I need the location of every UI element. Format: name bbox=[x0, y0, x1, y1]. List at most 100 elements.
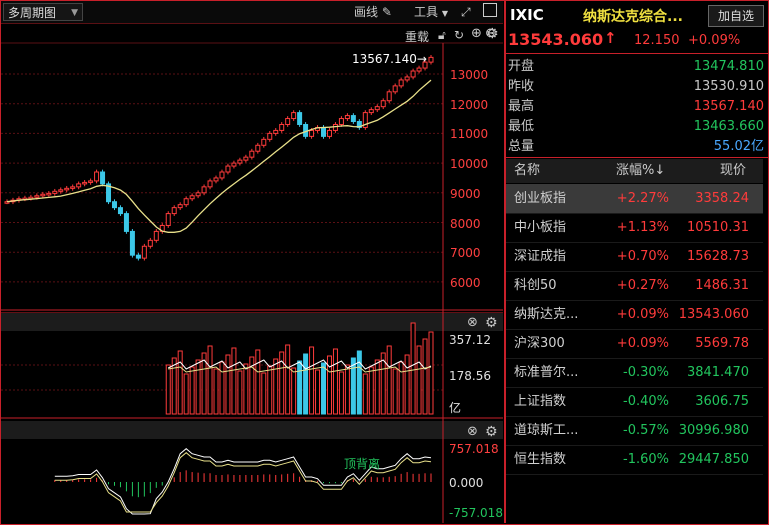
index-name: 创业板指 bbox=[514, 191, 567, 206]
col-name-header[interactable]: 名称 bbox=[514, 159, 540, 183]
index-price: 3358.24 bbox=[695, 191, 749, 206]
index-change: -0.57% bbox=[623, 423, 669, 438]
gear-icon[interactable]: ⚙ bbox=[486, 26, 499, 42]
tools-button[interactable]: 工具 ▼ bbox=[414, 4, 448, 22]
stat-label: 昨收 bbox=[508, 79, 535, 94]
index-row[interactable]: 深证成指 +0.70% 15628.73 bbox=[506, 242, 763, 272]
index-row[interactable]: 上证指数 -0.40% 3606.75 bbox=[506, 387, 763, 417]
price-axis-tick: 7000 bbox=[450, 246, 481, 261]
divergence-annotation: 顶背离 bbox=[344, 457, 381, 471]
price-axis-tick: 6000 bbox=[450, 275, 481, 290]
price-change-pct: +0.09% bbox=[688, 33, 741, 48]
index-row[interactable]: 标准普尔... -0.30% 3841.470 bbox=[506, 358, 763, 388]
index-row[interactable]: 恒生指数 -1.60% 29447.850 bbox=[506, 445, 763, 475]
index-row[interactable]: 科创50 +0.27% 1486.31 bbox=[506, 271, 763, 301]
price-axis-tick: 10000 bbox=[450, 157, 489, 172]
index-price: 29447.850 bbox=[678, 452, 749, 467]
index-name: 深证成指 bbox=[514, 249, 567, 264]
period-label: 多周期图 bbox=[8, 6, 57, 20]
price-axis-tick: 11000 bbox=[450, 127, 489, 142]
stat-label: 最低 bbox=[508, 119, 535, 134]
stat-row: 昨收 13530.910 bbox=[508, 77, 764, 97]
volume-tick-mid: 178.56 bbox=[449, 369, 491, 383]
col-change-header[interactable]: 涨幅%↓ bbox=[616, 159, 665, 183]
index-change: -0.40% bbox=[623, 394, 669, 409]
index-name: 沪深300 bbox=[514, 336, 565, 351]
col-price-header[interactable]: 现价 bbox=[720, 159, 746, 183]
macd-tick-bottom: -757.018 bbox=[449, 506, 503, 520]
stat-label: 开盘 bbox=[508, 59, 535, 74]
stat-value: 13474.810 bbox=[693, 59, 764, 74]
price-change: 12.150 bbox=[634, 33, 680, 48]
stat-value: 13567.140 bbox=[693, 99, 764, 114]
index-price: 5569.78 bbox=[695, 336, 749, 351]
index-row[interactable]: 纳斯达克... +0.09% 13543.060 bbox=[506, 300, 763, 330]
stat-row: 开盘 13474.810 bbox=[508, 57, 764, 77]
macd-tick-top: 757.018 bbox=[449, 442, 499, 456]
volume-unit: 亿 bbox=[449, 401, 462, 415]
fullscreen-icon[interactable]: ⤢ bbox=[461, 4, 471, 20]
close-icon[interactable]: ⊗ bbox=[467, 315, 478, 331]
index-row[interactable]: 道琼斯工... -0.57% 30996.980 bbox=[506, 416, 763, 446]
index-price: 10510.31 bbox=[686, 220, 749, 235]
symbol-code: IXIC bbox=[510, 6, 544, 24]
index-price: 13543.060 bbox=[678, 307, 749, 322]
draw-label: 画线 bbox=[354, 5, 379, 19]
price-axis-tick: 8000 bbox=[450, 216, 481, 231]
index-price: 3606.75 bbox=[695, 394, 749, 409]
divider bbox=[506, 53, 768, 54]
volume-tick-top: 357.12 bbox=[449, 333, 491, 347]
price-axis-tick: 13000 bbox=[450, 68, 489, 82]
stat-row: 最高 13567.140 bbox=[508, 97, 764, 117]
macd-tick-zero: 0.000 bbox=[449, 476, 484, 490]
stat-value: 55.02亿 bbox=[713, 139, 764, 154]
index-change: +2.27% bbox=[616, 191, 669, 206]
draw-button[interactable]: 画线 ✎ bbox=[354, 4, 392, 20]
index-price: 30996.980 bbox=[678, 423, 749, 438]
gear-icon[interactable]: ⚙ bbox=[485, 315, 498, 331]
index-change: +0.09% bbox=[616, 336, 669, 351]
index-name: 中小板指 bbox=[514, 220, 567, 235]
gear-icon[interactable]: ⚙ bbox=[485, 424, 498, 440]
stat-label: 总量 bbox=[508, 139, 535, 154]
period-dropdown[interactable]: 多周期图 ▼ bbox=[3, 3, 83, 21]
index-row[interactable]: 沪深300 +0.09% 5569.78 bbox=[506, 329, 763, 359]
price-up-arrow-icon: ↑ bbox=[604, 29, 617, 47]
index-row[interactable]: 中小板指 +1.13% 10510.31 bbox=[506, 213, 763, 243]
index-change: +0.09% bbox=[616, 307, 669, 322]
chevron-down-icon: ▼ bbox=[71, 8, 78, 18]
index-name: 恒生指数 bbox=[514, 452, 567, 467]
index-price: 15628.73 bbox=[686, 249, 749, 264]
chevron-down-icon: ▼ bbox=[441, 9, 448, 18]
index-price: 3841.470 bbox=[686, 365, 749, 380]
stat-value: 13530.910 bbox=[693, 79, 764, 94]
index-table-header: 名称 涨幅%↓ 现价 bbox=[506, 159, 763, 183]
price-axis-tick: 12000 bbox=[450, 97, 489, 112]
close-icon[interactable]: ⊗ bbox=[467, 424, 478, 440]
index-change: -0.30% bbox=[623, 365, 669, 380]
index-name: 科创50 bbox=[514, 278, 557, 293]
index-change: +0.70% bbox=[616, 249, 669, 264]
index-change: -1.60% bbox=[623, 452, 669, 467]
window-icon[interactable] bbox=[483, 3, 497, 17]
stat-row: 最低 13463.660 bbox=[508, 117, 764, 137]
divider bbox=[506, 157, 768, 158]
index-price: 1486.31 bbox=[695, 278, 749, 293]
index-name: 纳斯达克... bbox=[514, 307, 579, 322]
chart-toolbar: 多周期图 ▼ 画线 ✎ 工具 ▼ ⤢ bbox=[1, 1, 503, 24]
index-name: 上证指数 bbox=[514, 394, 567, 409]
add-watchlist-button[interactable]: 加自选 bbox=[708, 5, 764, 27]
pencil-icon: ✎ bbox=[381, 5, 392, 19]
price-axis-tick: 9000 bbox=[450, 186, 481, 201]
symbol-name: 纳斯达克综合... bbox=[583, 9, 683, 25]
index-name: 标准普尔... bbox=[514, 365, 579, 380]
index-change: +0.27% bbox=[616, 278, 669, 293]
stat-row: 总量 55.02亿 bbox=[508, 137, 764, 157]
index-name: 道琼斯工... bbox=[514, 423, 579, 438]
index-row[interactable]: 创业板指 +2.27% 3358.24 bbox=[506, 184, 763, 214]
current-price: 13543.060 bbox=[508, 30, 604, 49]
high-marker-label: 13567.140→ bbox=[352, 52, 427, 66]
chart-canvas bbox=[1, 42, 503, 523]
index-change: +1.13% bbox=[616, 220, 669, 235]
tools-label: 工具 bbox=[414, 5, 439, 19]
